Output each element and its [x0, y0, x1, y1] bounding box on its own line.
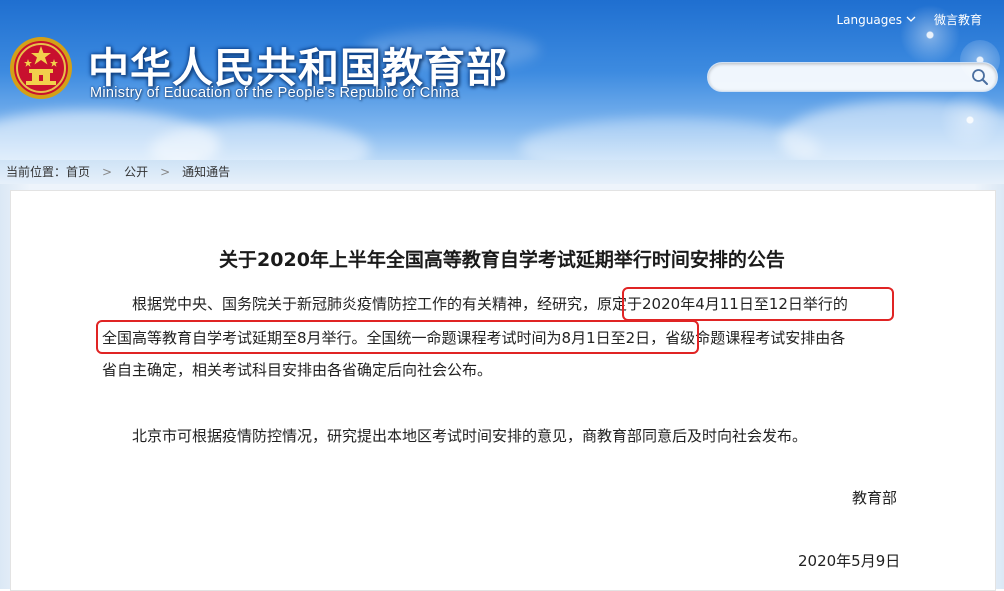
languages-dropdown[interactable]: Languages [837, 13, 916, 27]
signature: 教育部 [852, 489, 898, 507]
publish-date: 2020年5月9日 [798, 552, 901, 570]
breadcrumb-label: 当前位置： [6, 165, 67, 179]
cloud-decoration [520, 118, 820, 160]
national-emblem-icon[interactable] [8, 35, 74, 101]
search-icon[interactable] [971, 68, 989, 86]
red-highlight-box [622, 287, 894, 321]
breadcrumb: 当前位置： 首页 > 公开 > 通知通告 [6, 163, 230, 180]
weibo-link[interactable]: 微言教育 [934, 11, 982, 28]
breadcrumb-item-home[interactable]: 首页 [66, 163, 90, 180]
breadcrumb-item-notices[interactable]: 通知通告 [182, 163, 230, 180]
paragraph-1-line-3: 省自主确定，相关考试科目安排由各省确定后向社会公布。 [102, 361, 493, 379]
breadcrumb-item-public[interactable]: 公开 [124, 163, 148, 180]
article-title: 关于2020年上半年全国高等教育自学考试延期举行时间安排的公告 [219, 249, 785, 271]
search-input[interactable] [720, 67, 964, 89]
languages-label: Languages [836, 12, 902, 27]
paragraph-1-text: 根据党中央、国务院关于新冠肺炎疫情防控工作的有关精神，经研究， [132, 295, 598, 313]
dandelion-decoration [930, 80, 1004, 160]
site-subtitle: Ministry of Education of the People's Re… [90, 85, 460, 101]
search-box [707, 62, 998, 92]
top-links: Languages 微言教育 [837, 11, 983, 28]
site-header: 中华人民共和国教育部 Ministry of Education of the … [0, 0, 1004, 160]
breadcrumb-bar: 当前位置： 首页 > 公开 > 通知通告 [0, 160, 1004, 184]
paragraph-2: 北京市可根据疫情防控情况，研究提出本地区考试时间安排的意见，商教育部同意后及时向… [132, 427, 808, 445]
breadcrumb-separator: > [160, 164, 171, 179]
breadcrumb-separator: > [102, 164, 113, 179]
chevron-down-icon [906, 16, 916, 22]
red-highlight-box [96, 320, 699, 354]
